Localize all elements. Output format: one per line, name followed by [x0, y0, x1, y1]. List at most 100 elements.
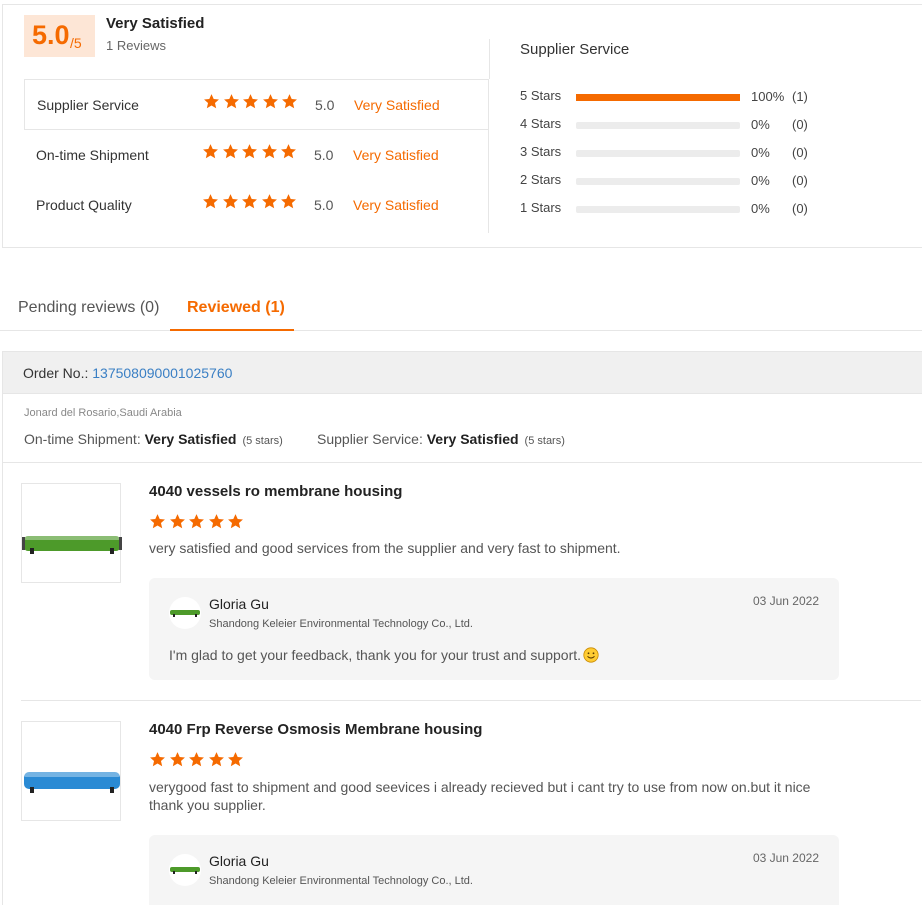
star-icon: [202, 193, 219, 210]
supplier-reply: Gloria Gu Shandong Keleier Environmental…: [149, 835, 839, 905]
star-icon: [242, 93, 259, 110]
star-icon: [149, 513, 166, 530]
star-rating: [202, 193, 300, 215]
star-icon: [208, 513, 225, 530]
shipment-stars: (5 stars): [242, 435, 283, 447]
rating-row-supplier-service: Supplier Service 5.0 Very Satisfied: [24, 80, 489, 130]
distribution-percent: 0%: [751, 145, 770, 160]
rating-row-score: 5.0: [314, 197, 334, 213]
star-icon: [227, 751, 244, 768]
reply-message: I'm glad to get your feedback, thank you…: [169, 647, 599, 663]
divider: [489, 39, 490, 79]
distribution-label: 1 Stars: [520, 200, 562, 215]
service-rating-summary: Supplier Service: Very Satisfied (5 stars…: [317, 431, 565, 447]
rating-row-score: 5.0: [314, 147, 334, 163]
star-icon: [222, 193, 239, 210]
distribution-bar: [576, 122, 740, 129]
star-icon: [261, 143, 278, 160]
product-star-rating: [149, 513, 247, 535]
star-icon: [280, 193, 297, 210]
rating-row-status: Very Satisfied: [353, 197, 439, 213]
rating-row-score: 5.0: [315, 97, 335, 113]
review-tabs: Pending reviews (0) Reviewed (1): [0, 287, 922, 331]
star-icon: [261, 193, 278, 210]
distribution-label: 3 Stars: [520, 144, 562, 159]
distribution-bar: [576, 94, 740, 101]
product-star-rating: [149, 751, 247, 773]
active-tab-indicator: [170, 329, 294, 331]
rating-row-label: Supplier Service: [37, 97, 139, 113]
product-image: [24, 772, 120, 793]
distribution-label: 4 Stars: [520, 116, 562, 131]
rating-row-status: Very Satisfied: [353, 147, 439, 163]
rating-row-product-quality: Product Quality 5.0 Very Satisfied: [24, 180, 489, 230]
star-icon: [169, 751, 186, 768]
star-icon: [223, 93, 240, 110]
distribution-bar: [576, 206, 740, 213]
distribution-row-4: 4 Stars 0% (0): [520, 114, 820, 134]
rating-row-label: Product Quality: [36, 197, 132, 213]
distribution-count: (0): [792, 173, 808, 188]
distribution-bar: [576, 178, 740, 185]
star-icon: [262, 93, 279, 110]
star-icon: [188, 751, 205, 768]
rating-row-status: Very Satisfied: [354, 97, 440, 113]
distribution-count: (0): [792, 201, 808, 216]
order-number-row: Order No.: 137508090001025760: [23, 365, 232, 381]
distribution-percent: 0%: [751, 201, 770, 216]
distribution-row-1: 1 Stars 0% (0): [520, 198, 820, 218]
product-name[interactable]: 4040 vessels ro membrane housing: [149, 483, 402, 500]
reviews-count: 1 Reviews: [106, 38, 166, 53]
order-number-link[interactable]: 137508090001025760: [92, 365, 232, 381]
distribution-count: (0): [792, 145, 808, 160]
divider: [21, 700, 921, 701]
tab-pending-reviews[interactable]: Pending reviews (0): [18, 299, 159, 317]
product-thumbnail[interactable]: [21, 483, 122, 583]
order-number-label: Order No.:: [23, 365, 93, 381]
distribution-title: Supplier Service: [520, 41, 630, 58]
service-label: Supplier Service:: [317, 431, 427, 447]
reply-date: 03 Jun 2022: [752, 594, 819, 608]
distribution-row-2: 2 Stars 0% (0): [520, 170, 820, 190]
distribution-count: (1): [792, 89, 808, 104]
buyer-info: Jonard del Rosario,Saudi Arabia: [24, 407, 182, 419]
distribution-label: 2 Stars: [520, 172, 562, 187]
reply-author: Gloria Gu: [209, 596, 269, 612]
star-rating: [203, 93, 301, 115]
supplier-reply: Gloria Gu Shandong Keleier Environmental…: [149, 578, 839, 680]
star-icon: [149, 751, 166, 768]
reply-date: 03 Jun 2022: [752, 851, 819, 865]
service-stars: (5 stars): [524, 435, 565, 447]
review-text: verygood fast to shipment and good seevi…: [149, 779, 811, 813]
distribution-bar: [576, 150, 740, 157]
reply-message-text: I'm glad to get your feedback, thank you…: [169, 647, 582, 663]
star-icon: [227, 513, 244, 530]
smile-emoji-icon: [583, 647, 599, 663]
distribution-bar-fill: [576, 94, 740, 101]
star-icon: [202, 143, 219, 160]
distribution-label: 5 Stars: [520, 88, 562, 103]
divider: [3, 462, 922, 463]
product-name[interactable]: 4040 Frp Reverse Osmosis Membrane housin…: [149, 721, 482, 738]
star-icon: [280, 143, 297, 160]
distribution-row-5: 5 Stars 100% (1): [520, 86, 820, 106]
reply-author: Gloria Gu: [209, 853, 269, 869]
overall-satisfaction: Very Satisfied: [106, 15, 205, 32]
star-rating: [202, 143, 300, 165]
overall-score-max: /5: [70, 35, 82, 51]
rating-row-label: On-time Shipment: [36, 147, 149, 163]
star-icon: [241, 193, 258, 210]
order-header: Order No.: 137508090001025760: [3, 352, 922, 394]
rating-rows: Supplier Service 5.0 Very Satisfied On-t…: [24, 79, 489, 235]
product-thumbnail[interactable]: [21, 721, 121, 821]
tab-reviewed[interactable]: Reviewed (1): [187, 299, 285, 317]
shipment-label: On-time Shipment:: [24, 431, 145, 447]
distribution-count: (0): [792, 117, 808, 132]
review-text: very satisfied and good services from th…: [149, 540, 621, 556]
distribution-percent: 0%: [751, 117, 770, 132]
star-icon: [203, 93, 220, 110]
star-icon: [169, 513, 186, 530]
star-icon: [188, 513, 205, 530]
avatar: [169, 854, 201, 886]
service-value: Very Satisfied: [426, 431, 519, 447]
